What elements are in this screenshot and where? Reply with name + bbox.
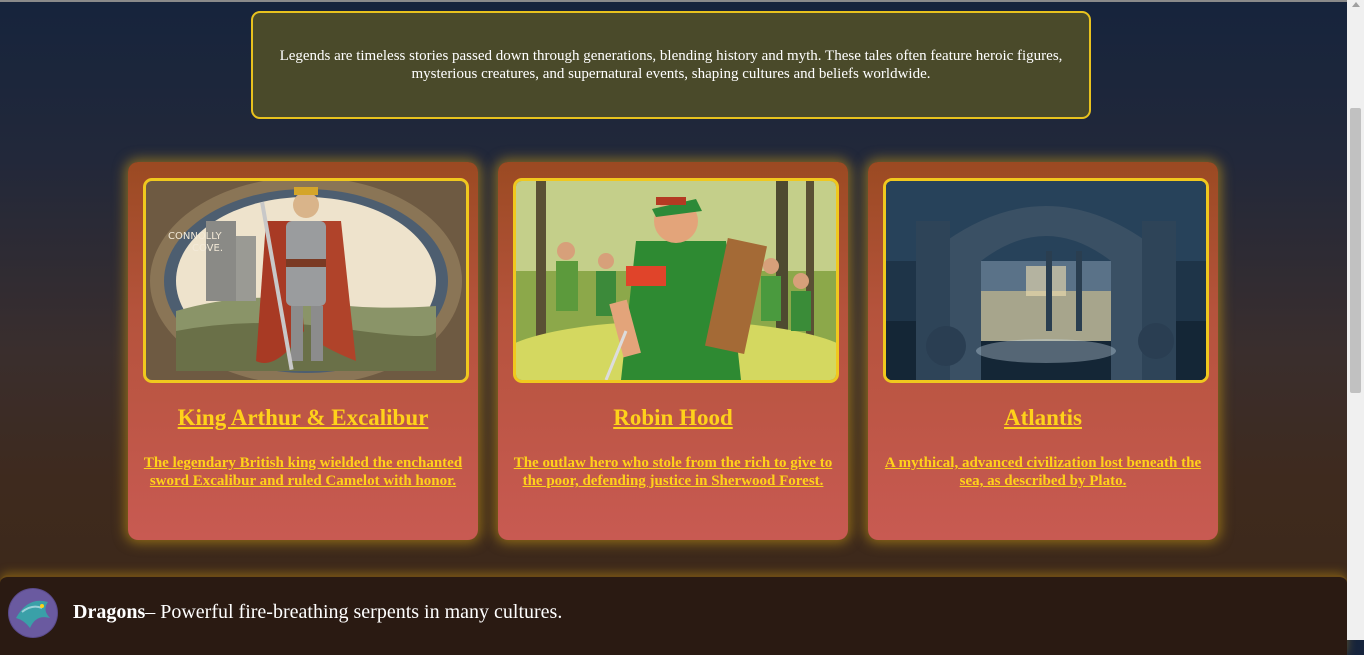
page: Legends are timeless stories passed down… xyxy=(0,0,1347,655)
legend-card-title[interactable]: Atlantis xyxy=(868,405,1218,431)
dragons-bar: Dragons– Powerful fire-breathing serpent… xyxy=(0,575,1347,655)
legend-card-description[interactable]: A mythical, advanced civilization lost b… xyxy=(882,454,1204,490)
intro-text: Legends are timeless stories passed down… xyxy=(279,48,1063,82)
scroll-up-icon[interactable] xyxy=(1352,2,1360,7)
svg-text:CONNOLLY: CONNOLLY xyxy=(168,231,223,242)
dragons-label: Dragons xyxy=(73,601,146,623)
intro-box: Legends are timeless stories passed down… xyxy=(251,11,1091,119)
legend-card-description[interactable]: The outlaw hero who stole from the rich … xyxy=(512,454,834,490)
legend-card-robin-hood: Robin Hood The outlaw hero who stole fro… xyxy=(498,162,848,540)
legend-card-description[interactable]: The legendary British king wielded the e… xyxy=(142,454,464,490)
svg-text:COVE.: COVE. xyxy=(192,243,223,254)
scrollbar-thumb[interactable] xyxy=(1350,108,1361,393)
dragon-avatar xyxy=(8,588,58,638)
legend-card-title[interactable]: King Arthur & Excalibur xyxy=(128,405,478,431)
legend-card-atlantis: Atlantis A mythical, advanced civilizati… xyxy=(868,162,1218,540)
king-arthur-image: CONNOLLY COVE. xyxy=(143,178,469,383)
legend-card-title[interactable]: Robin Hood xyxy=(498,405,848,431)
dragons-text: Dragons– Powerful fire-breathing serpent… xyxy=(73,601,562,624)
top-border xyxy=(0,0,1347,2)
scrollbar[interactable] xyxy=(1347,0,1364,640)
legend-card-king-arthur: CONNOLLY COVE. King Arthur & Excalibur T… xyxy=(128,162,478,540)
atlantis-image xyxy=(883,178,1209,383)
robin-hood-image xyxy=(513,178,839,383)
dragons-description: – Powerful fire-breathing serpents in ma… xyxy=(145,601,563,623)
